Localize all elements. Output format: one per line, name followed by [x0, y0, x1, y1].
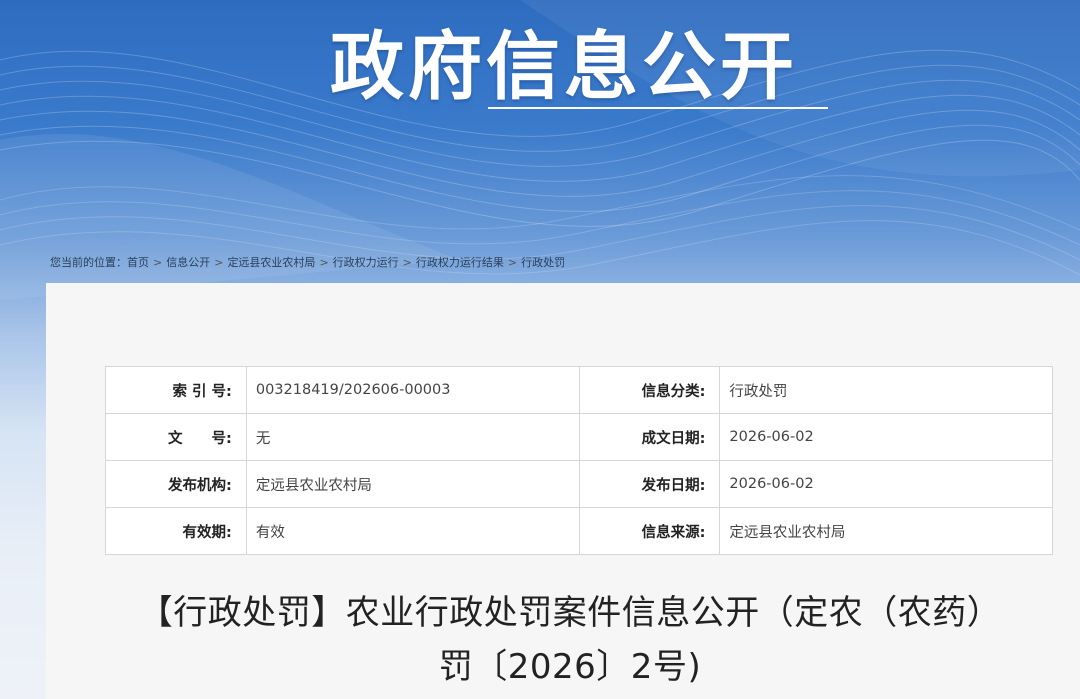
published-date-label: 发布日期: [578, 460, 721, 508]
document-number-label: 文 号: [105, 413, 247, 461]
title-underline [488, 107, 828, 109]
breadcrumb-separator: > [214, 256, 224, 269]
breadcrumb-item-admin-power[interactable]: 行政权力运行 [333, 256, 399, 269]
source-label: 信息来源: [578, 507, 721, 555]
document-title-line-2: 罚〔2026〕2号) [438, 647, 702, 687]
breadcrumb-item-penalty[interactable]: 行政处罚 [521, 256, 565, 269]
metadata-row: 索 引 号: 003218419/202606-00003 信息分类: 行政处罚 [105, 366, 1053, 414]
breadcrumb-item-agency[interactable]: 定远县农业农村局 [227, 256, 315, 269]
breadcrumb-item-home[interactable]: 首页 [127, 256, 149, 269]
metadata-table: 索 引 号: 003218419/202606-00003 信息分类: 行政处罚… [105, 366, 1053, 555]
metadata-row: 发布机构: 定远县农业农村局 发布日期: 2026-06-02 [105, 460, 1053, 508]
publisher-label: 发布机构: [105, 460, 247, 508]
created-date-label: 成文日期: [578, 413, 721, 461]
metadata-row: 有效期: 有效 信息来源: 定远县农业农村局 [105, 507, 1053, 555]
document-title: 【行政处罚】农业行政处罚案件信息公开（定农（农药） 罚〔2026〕2号) [60, 586, 1080, 694]
category-label: 信息分类: [578, 366, 721, 414]
breadcrumb-prefix: 您当前的位置： [50, 256, 127, 269]
breadcrumb-separator: > [402, 256, 412, 269]
published-date-value: 2026-06-02 [719, 460, 1053, 508]
breadcrumb: 您当前的位置：首页 > 信息公开 > 定远县农业农村局 > 行政权力运行 > 行政权力运行结果 >… [50, 254, 565, 270]
created-date-value: 2026-06-02 [719, 413, 1053, 461]
page-title: 政府信息公开 [330, 24, 798, 110]
publisher-value: 定远县农业农村局 [245, 460, 580, 508]
metadata-row: 文 号: 无 成文日期: 2026-06-02 [105, 413, 1053, 461]
source-value: 定远县农业农村局 [719, 507, 1053, 555]
breadcrumb-item-info-disclosure[interactable]: 信息公开 [166, 256, 210, 269]
breadcrumb-separator: > [507, 256, 518, 269]
document-title-line-1: 【行政处罚】农业行政处罚案件信息公开（定农（农药） [138, 593, 1002, 633]
index-number-label: 索 引 号: [105, 366, 247, 414]
breadcrumb-item-admin-power-results[interactable]: 行政权力运行结果 [416, 256, 504, 269]
index-number-value: 003218419/202606-00003 [245, 366, 580, 414]
validity-label: 有效期: [105, 507, 247, 555]
document-number-value: 无 [245, 413, 580, 461]
breadcrumb-separator: > [319, 256, 329, 269]
validity-value: 有效 [245, 507, 580, 555]
category-value: 行政处罚 [719, 366, 1053, 414]
page: 政府信息公开 您当前的位置：首页 > 信息公开 > 定远县农业农村局 > 行政权力运行 > 行政… [0, 0, 1080, 699]
breadcrumb-separator: > [153, 256, 163, 269]
